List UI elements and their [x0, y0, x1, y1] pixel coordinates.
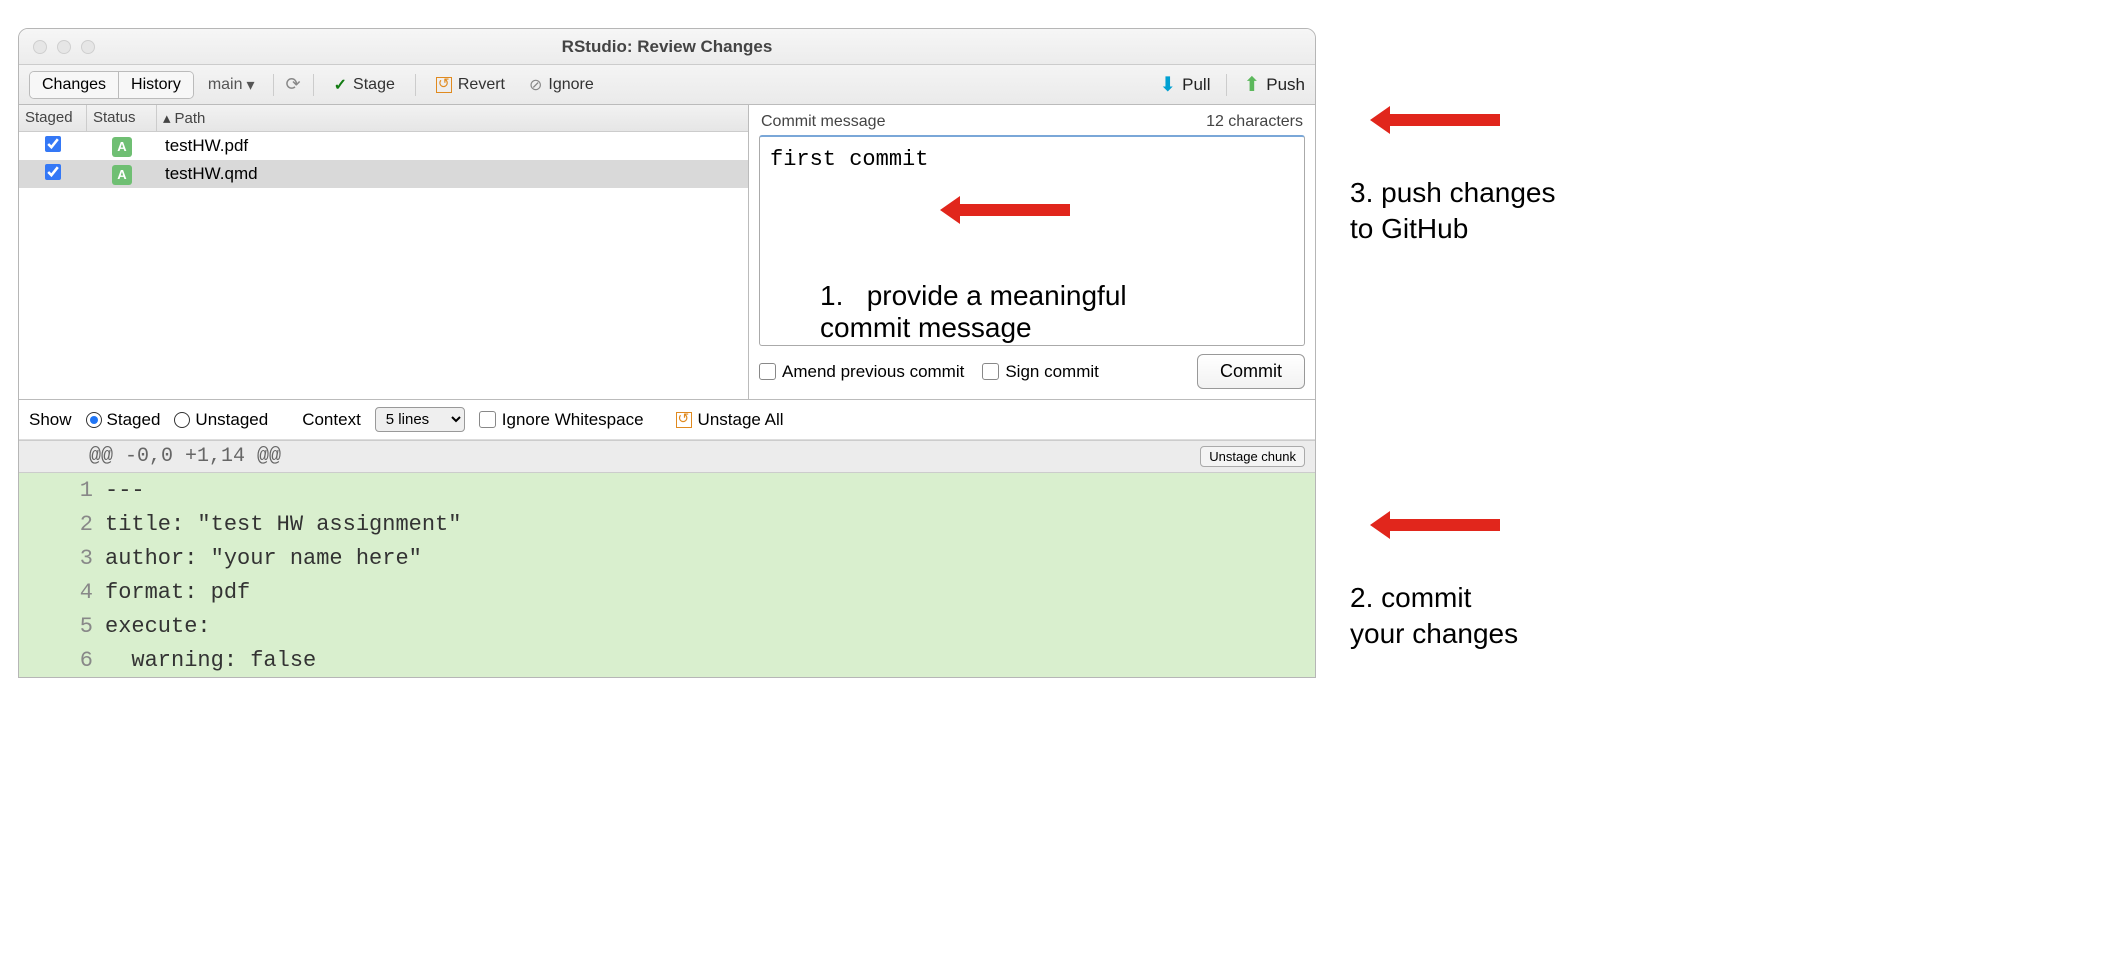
revert-button[interactable]: Revert: [428, 72, 513, 98]
toolbar: Changes History main ▾ ⟳ ✓ Stage Revert …: [19, 65, 1315, 105]
radio-staged[interactable]: Staged: [86, 410, 161, 430]
staged-checkbox[interactable]: [45, 164, 61, 180]
sort-asc-icon: ▴: [163, 109, 171, 127]
hunk-range: @@ -0,0 +1,14 @@: [89, 445, 281, 468]
radio-dot-icon: [86, 412, 102, 428]
file-row[interactable]: AtestHW.qmd: [19, 160, 748, 188]
diff-text: author: "your name here": [99, 546, 422, 571]
ignore-icon: ⊘: [529, 75, 542, 95]
file-path: testHW.pdf: [157, 136, 748, 156]
branch-selector[interactable]: main ▾: [202, 75, 261, 95]
unstage-all-button[interactable]: Unstage All: [676, 410, 784, 430]
diff-text: warning: false: [99, 648, 316, 673]
char-counter: 12 characters: [1206, 113, 1303, 131]
amend-checkbox[interactable]: Amend previous commit: [759, 362, 964, 382]
amend-label: Amend previous commit: [782, 362, 964, 382]
annotation-step1: 1. provide a meaningful commit message: [820, 280, 1127, 344]
annotation-step2: 2. commit your changes: [1350, 580, 1518, 653]
diff-text: format: pdf: [99, 580, 250, 605]
history-tab[interactable]: History: [119, 72, 193, 98]
diff-text: execute:: [99, 614, 211, 639]
file-row[interactable]: AtestHW.pdf: [19, 132, 748, 160]
status-badge: A: [112, 137, 132, 157]
chevron-down-icon: ▾: [247, 75, 255, 95]
check-icon: ✓: [334, 75, 347, 95]
col-status[interactable]: Status: [87, 105, 157, 131]
stage-button[interactable]: ✓ Stage: [326, 71, 403, 99]
gutter-new: 3: [59, 546, 99, 571]
file-list-header: Staged Status ▴ Path: [19, 105, 748, 132]
diff-text: title: "test HW assignment": [99, 512, 461, 537]
sign-checkbox[interactable]: Sign commit: [982, 362, 1099, 382]
push-label: Push: [1266, 75, 1305, 95]
unstage-chunk-button[interactable]: Unstage chunk: [1200, 446, 1305, 467]
annotation-step3: 3. push changes to GitHub: [1350, 175, 1556, 248]
diff-line[interactable]: 3author: "your name here": [19, 541, 1315, 575]
gutter-new: 4: [59, 580, 99, 605]
gutter-new: 2: [59, 512, 99, 537]
diff-toolbar: Show Staged Unstaged Context 5 lines Ign…: [19, 400, 1315, 440]
ignore-label: Ignore: [548, 76, 593, 94]
changes-tab[interactable]: Changes: [30, 72, 119, 98]
window-title: RStudio: Review Changes: [19, 37, 1315, 57]
sign-label: Sign commit: [1005, 362, 1099, 382]
file-list: AtestHW.pdfAtestHW.qmd: [19, 132, 748, 399]
pull-button[interactable]: ⬇ Pull: [1159, 72, 1210, 97]
ignore-whitespace-checkbox[interactable]: Ignore Whitespace: [479, 410, 644, 430]
branch-name: main: [208, 76, 243, 94]
diff-line[interactable]: 2title: "test HW assignment": [19, 507, 1315, 541]
col-path[interactable]: ▴ Path: [157, 105, 748, 131]
hunk-header: @@ -0,0 +1,14 @@ Unstage chunk: [19, 440, 1315, 473]
revert-icon: [436, 77, 452, 93]
titlebar: RStudio: Review Changes: [19, 29, 1315, 65]
refresh-icon[interactable]: ⟳: [286, 74, 301, 95]
view-toggle: Changes History: [29, 71, 194, 99]
diff-line[interactable]: 1---: [19, 473, 1315, 507]
gutter-new: 1: [59, 478, 99, 503]
arrow-step2-icon: [1370, 505, 1500, 545]
staged-checkbox[interactable]: [45, 136, 61, 152]
radio-unstaged[interactable]: Unstaged: [174, 410, 268, 430]
diff-line[interactable]: 4format: pdf: [19, 575, 1315, 609]
context-select[interactable]: 5 lines: [375, 407, 465, 432]
pull-arrow-icon: ⬇: [1159, 72, 1176, 97]
commit-message-label: Commit message: [761, 113, 885, 131]
gutter-new: 6: [59, 648, 99, 673]
stage-label: Stage: [353, 76, 395, 94]
pull-label: Pull: [1182, 75, 1210, 95]
gutter-new: 5: [59, 614, 99, 639]
status-badge: A: [112, 165, 132, 185]
context-label: Context: [302, 410, 361, 430]
ignore-button[interactable]: ⊘ Ignore: [521, 71, 602, 99]
commit-button[interactable]: Commit: [1197, 354, 1305, 389]
radio-dot-icon: [174, 412, 190, 428]
separator: [313, 74, 314, 96]
col-staged[interactable]: Staged: [19, 105, 87, 131]
file-list-pane: Staged Status ▴ Path AtestHW.pdfAtestHW.…: [19, 105, 749, 399]
revert-icon: [676, 412, 692, 428]
push-button[interactable]: ⬆ Push: [1243, 72, 1305, 97]
diff-line[interactable]: 5execute:: [19, 609, 1315, 643]
arrow-step3-icon: [1370, 100, 1500, 140]
push-arrow-icon: ⬆: [1243, 72, 1260, 97]
separator: [1226, 74, 1227, 96]
separator: [415, 74, 416, 96]
diff-body: 1---2title: "test HW assignment"3author:…: [19, 473, 1315, 677]
diff-line[interactable]: 6 warning: false: [19, 643, 1315, 677]
file-path: testHW.qmd: [157, 164, 748, 184]
separator: [273, 74, 274, 96]
commit-pane: Commit message 12 characters Amend previ…: [749, 105, 1315, 399]
revert-label: Revert: [458, 76, 505, 94]
diff-text: ---: [99, 478, 145, 503]
arrow-step1-icon: [940, 190, 1070, 230]
review-changes-window: RStudio: Review Changes Changes History …: [18, 28, 1316, 678]
show-label: Show: [29, 410, 72, 430]
